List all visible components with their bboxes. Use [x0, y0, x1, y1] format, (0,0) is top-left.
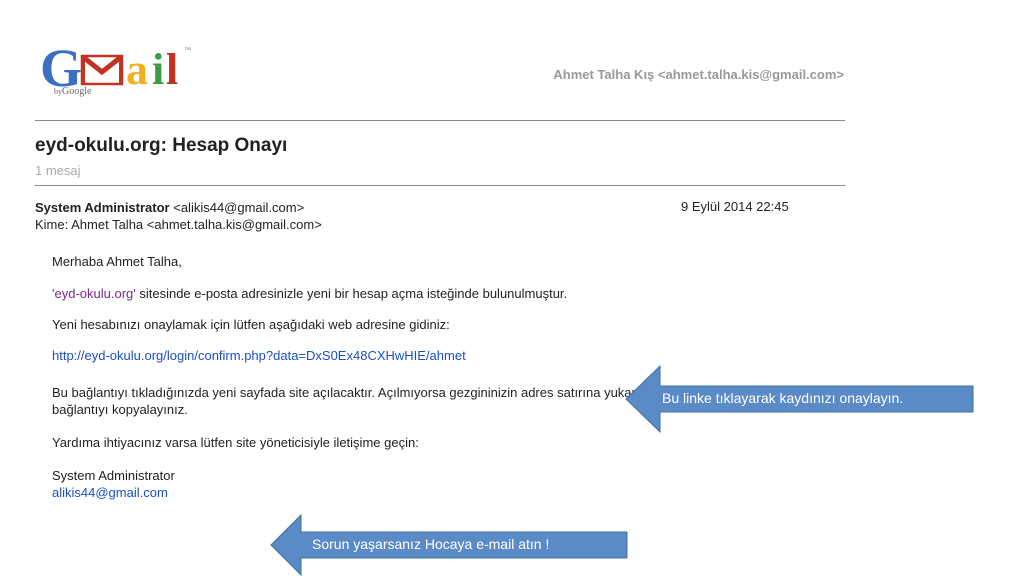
paragraph-4: Yardıma ihtiyacınız varsa lütfen site yö…	[52, 435, 419, 450]
greeting: Merhaba Ahmet Talha,	[52, 254, 182, 269]
email-subject: eyd-okulu.org: Hesap Onayı	[35, 135, 288, 156]
paragraph-2: Yeni hesabınızı onaylamak için lütfen aş…	[52, 317, 450, 332]
sender-line: System Administrator <alikis44@gmail.com…	[35, 199, 322, 216]
svg-text:l: l	[166, 45, 178, 94]
link-hint-callout: Bu linke tıklayarak kaydınızı onaylayın.	[625, 364, 975, 434]
mail-hint-callout: Sorun yaşarsanız Hocaya e-mail atın !	[270, 514, 630, 576]
message-count: 1 mesaj	[35, 163, 81, 178]
paragraph-3: Bu bağlantıyı tıkladığınızda yeni sayfad…	[52, 385, 664, 417]
signature-email-link[interactable]: alikis44@gmail.com	[52, 484, 175, 501]
svg-text:a: a	[126, 45, 148, 94]
message-date: 9 Eylül 2014 22:45	[681, 199, 789, 214]
svg-text:i: i	[152, 45, 164, 94]
account-info: Ahmet Talha Kış <ahmet.talha.kis@gmail.c…	[553, 67, 844, 82]
account-email: <ahmet.talha.kis@gmail.com>	[657, 67, 844, 82]
signature-name: System Administrator	[52, 468, 175, 483]
signature: System Administrator alikis44@gmail.com	[52, 467, 175, 501]
mail-hint-text: Sorun yaşarsanız Hocaya e-mail atın !	[312, 536, 550, 552]
message-header: System Administrator <alikis44@gmail.com…	[35, 199, 322, 233]
sender-name[interactable]: System Administrator	[35, 200, 170, 215]
site-name-link[interactable]: 'eyd-okulu.org'	[52, 286, 136, 301]
account-name: Ahmet Talha Kış	[553, 67, 655, 82]
by-google-text: byGoogle	[54, 86, 92, 97]
paragraph-1: 'eyd-okulu.org' sitesinde e-posta adresi…	[52, 286, 568, 301]
recipient-line: Kime: Ahmet Talha <ahmet.talha.kis@gmail…	[35, 217, 322, 232]
confirm-link[interactable]: http://eyd-okulu.org/login/confirm.php?d…	[52, 347, 466, 364]
header-divider	[35, 120, 845, 121]
link-hint-text: Bu linke tıklayarak kaydınızı onaylayın.	[662, 390, 904, 406]
svg-text:™: ™	[184, 47, 191, 54]
subject-divider	[35, 185, 845, 186]
gmail-logo[interactable]: G a i l ™ byGoogle	[38, 38, 238, 98]
sender-email: <alikis44@gmail.com>	[173, 200, 305, 215]
